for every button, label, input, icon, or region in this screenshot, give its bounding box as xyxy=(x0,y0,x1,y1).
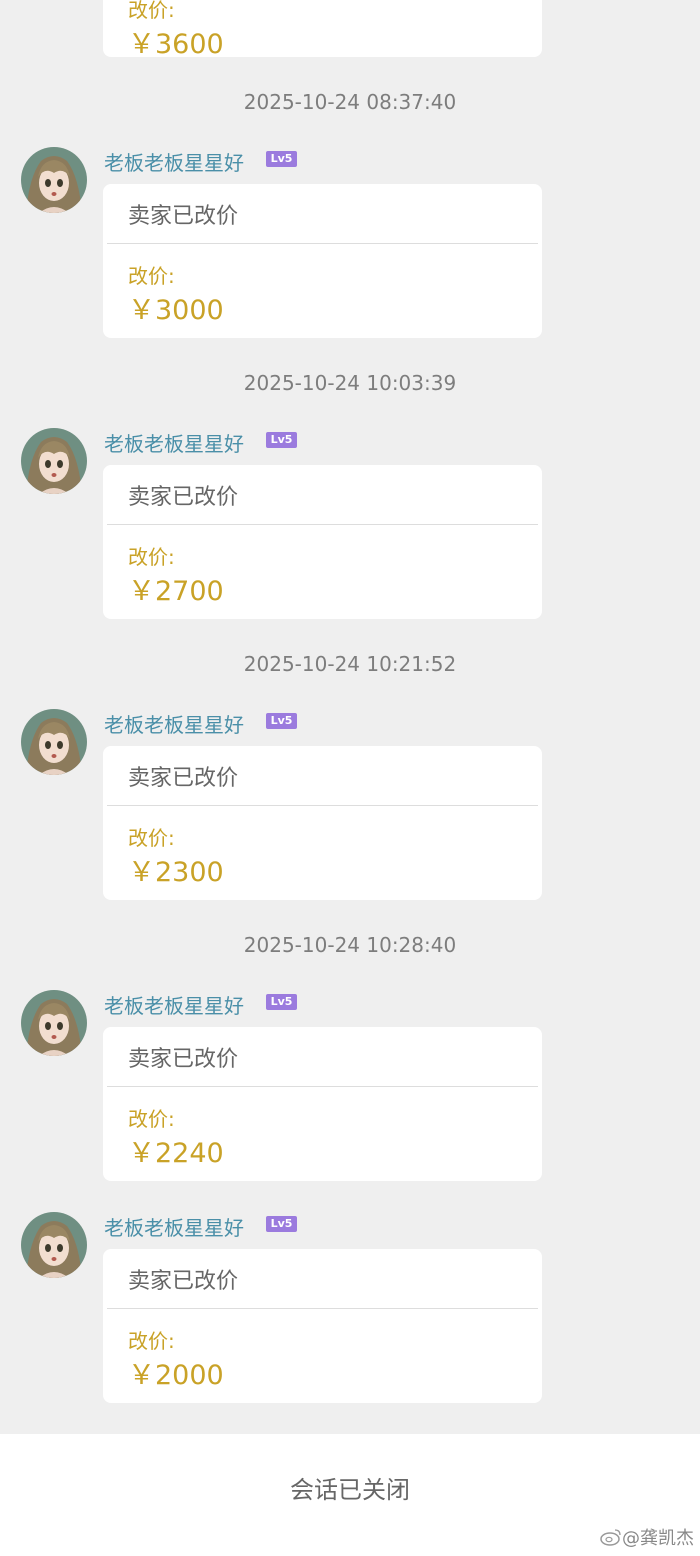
price-change-card: 卖家已改价 改价: ￥3000 xyxy=(103,184,542,338)
card-notice: 卖家已改价 xyxy=(128,1047,239,1072)
card-notice: 卖家已改价 xyxy=(128,485,239,510)
price-change-card: 卖家已改价 改价: ￥2240 xyxy=(103,1027,542,1181)
avatar[interactable] xyxy=(21,1212,87,1278)
price-label: 改价: xyxy=(128,826,175,850)
price-change-card: 卖家已改价 改价: ￥2700 xyxy=(103,465,542,619)
watermark: @龚凯杰 xyxy=(600,1524,694,1551)
card-notice: 卖家已改价 xyxy=(128,204,239,229)
timestamp: 2025-10-24 10:21:52 xyxy=(243,652,457,676)
timestamp: 2025-10-24 10:28:40 xyxy=(243,933,457,957)
price-value: ￥2300 xyxy=(128,857,224,888)
card-divider xyxy=(107,1086,538,1087)
timestamp: 2025-10-24 10:03:39 xyxy=(243,371,457,395)
card-divider xyxy=(107,524,538,525)
level-badge: Lv5 xyxy=(266,1216,297,1232)
level-badge: Lv5 xyxy=(266,994,297,1010)
sender-name[interactable]: 老板老板星星好 xyxy=(104,709,244,738)
card-divider xyxy=(107,1308,538,1309)
price-value: ￥2700 xyxy=(128,576,224,607)
price-label: 改价: xyxy=(128,1107,175,1131)
chat-history[interactable]: 改价: ￥3600 2025-10-24 08:37:40 老板老板星星好 Lv… xyxy=(0,0,700,1434)
level-badge: Lv5 xyxy=(266,713,297,729)
sender-name[interactable]: 老板老板星星好 xyxy=(104,990,244,1019)
avatar[interactable] xyxy=(21,147,87,213)
price-label: 改价: xyxy=(128,1329,175,1353)
weibo-logo-icon xyxy=(600,1528,622,1551)
price-change-card: 改价: ￥3600 xyxy=(103,0,542,60)
card-divider xyxy=(107,805,538,806)
card-notice: 卖家已改价 xyxy=(128,1269,239,1294)
avatar[interactable] xyxy=(21,709,87,775)
price-value: ￥3600 xyxy=(128,29,224,60)
card-divider xyxy=(107,243,538,244)
timestamp: 2025-10-24 08:37:40 xyxy=(243,90,457,114)
price-change-card: 卖家已改价 改价: ￥2300 xyxy=(103,746,542,900)
price-label: 改价: xyxy=(128,264,175,288)
card-notice: 卖家已改价 xyxy=(128,766,239,791)
price-change-card: 卖家已改价 改价: ￥2000 xyxy=(103,1249,542,1403)
chat-footer: 会话已关闭 @龚凯杰 xyxy=(0,1434,700,1556)
session-closed-text: 会话已关闭 xyxy=(290,1476,410,1504)
price-label: 改价: xyxy=(128,0,175,22)
price-value: ￥2000 xyxy=(128,1360,224,1391)
price-value: ￥3000 xyxy=(128,295,224,326)
sender-name[interactable]: 老板老板星星好 xyxy=(104,1212,244,1241)
watermark-text: @龚凯杰 xyxy=(622,1528,694,1549)
price-value: ￥2240 xyxy=(128,1138,224,1169)
avatar[interactable] xyxy=(21,428,87,494)
avatar[interactable] xyxy=(21,990,87,1056)
sender-name[interactable]: 老板老板星星好 xyxy=(104,147,244,176)
level-badge: Lv5 xyxy=(266,151,297,167)
price-label: 改价: xyxy=(128,545,175,569)
level-badge: Lv5 xyxy=(266,432,297,448)
sender-name[interactable]: 老板老板星星好 xyxy=(104,428,244,457)
